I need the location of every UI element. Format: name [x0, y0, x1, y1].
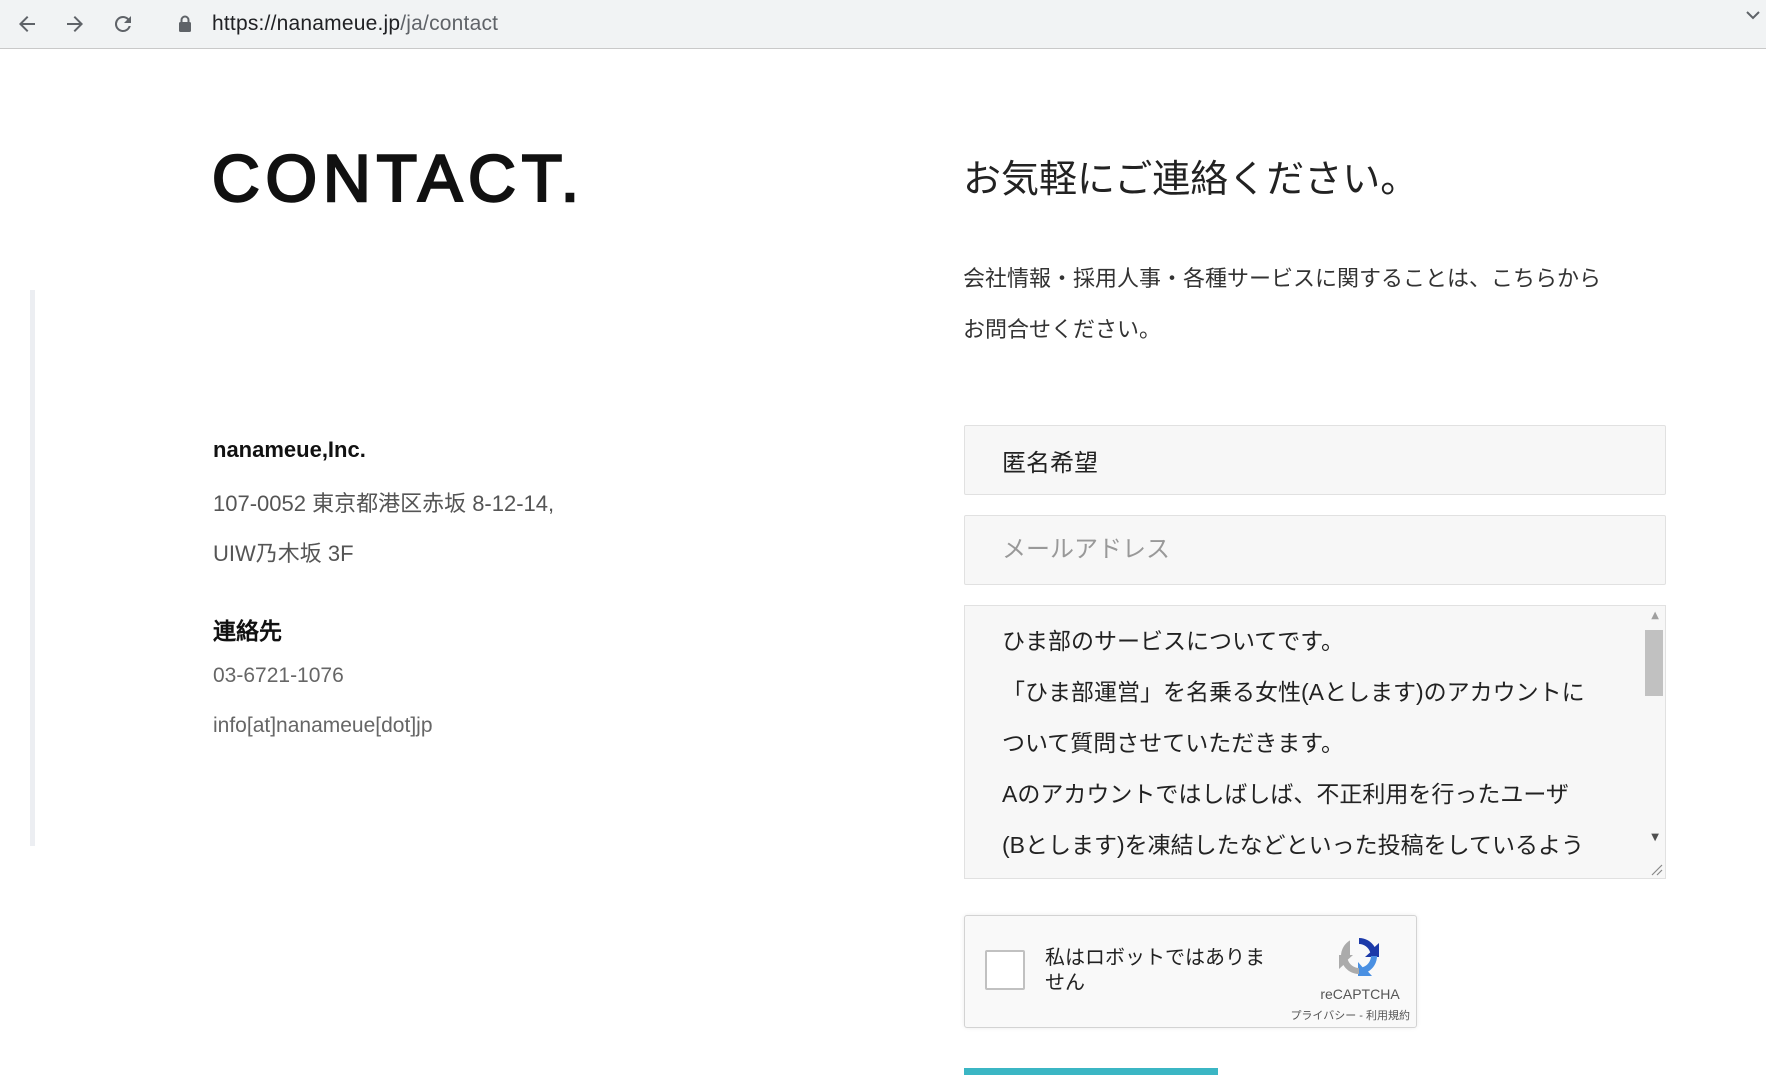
address-line-1: 107-0052 東京都港区赤坂 8-12-14,: [213, 491, 555, 516]
textarea-scrollbar[interactable]: ▲ ▼: [1643, 606, 1665, 878]
description-line: 会社情報・採用人事・各種サービスに関することは、こちらから: [963, 266, 1602, 291]
recaptcha-links[interactable]: プライバシー - 利用規約: [1265, 1007, 1410, 1023]
page-heading: お気軽にご連絡ください。: [963, 159, 1419, 201]
message-line: (Bとします)を凍結したなどといった投稿をしているよう: [1002, 832, 1584, 858]
address-bar[interactable]: https://nanameue.jp/ja/contact: [160, 4, 1766, 44]
message-line: 「ひま部運営」を名乗る女性(Aとします)のアカウントに: [1002, 679, 1585, 705]
reload-icon[interactable]: [107, 8, 139, 40]
email-address: info[at]nanameue[dot]jp: [213, 714, 433, 737]
message-text: ひま部のサービスについてです。 「ひま部運営」を名乗る女性(Aとします)のアカウ…: [1002, 616, 1612, 871]
url-path: /ja/contact: [400, 12, 499, 35]
message-line: ついて質問させていただきます。: [1002, 730, 1345, 756]
divider: [30, 290, 35, 846]
back-arrow-icon[interactable]: [11, 8, 43, 40]
address-line-2: UIW乃木坂 3F: [213, 541, 354, 566]
url-text: https://nanameue.jp/ja/contact: [212, 12, 498, 36]
message-textarea[interactable]: ひま部のサービスについてです。 「ひま部運営」を名乗る女性(Aとします)のアカウ…: [964, 605, 1666, 879]
recaptcha-checkbox[interactable]: [985, 950, 1025, 990]
contact-heading: 連絡先: [213, 618, 282, 644]
lock-icon: [174, 13, 196, 35]
name-field[interactable]: [964, 425, 1666, 495]
chevron-down-icon[interactable]: [1746, 8, 1760, 24]
recaptcha-logo-icon: [1333, 930, 1385, 982]
description-line: お問合せください。: [963, 317, 1162, 342]
resize-handle-icon[interactable]: [1647, 860, 1663, 876]
message-line: Aのアカウントではしばしば、不正利用を行ったユーザ: [1002, 781, 1569, 807]
message-line: ひま部のサービスについてです。: [1002, 628, 1345, 654]
page-logo: CONTACT.: [211, 140, 586, 217]
scroll-down-arrow-icon[interactable]: ▼: [1651, 832, 1659, 843]
submit-button[interactable]: [964, 1068, 1218, 1075]
recaptcha-label: 私はロボットではありません: [1045, 947, 1265, 994]
email-field[interactable]: [964, 515, 1666, 585]
forward-arrow-icon[interactable]: [59, 8, 91, 40]
recaptcha-brand: reCAPTCHA: [1320, 986, 1400, 1002]
scroll-up-arrow-icon[interactable]: ▲: [1651, 610, 1659, 621]
url-host: https://nanameue.jp: [212, 12, 401, 35]
phone-number: 03-6721-1076: [213, 664, 344, 687]
browser-toolbar: https://nanameue.jp/ja/contact: [0, 0, 1766, 49]
page-description: 会社情報・採用人事・各種サービスに関することは、こちらから お問合せください。: [963, 253, 1663, 355]
company-name: nanameue,Inc.: [213, 437, 366, 462]
recaptcha-widget: 私はロボットではありません reCAPTCHA プライバシー - 利用規約: [964, 915, 1417, 1028]
scrollbar-thumb[interactable]: [1645, 630, 1663, 696]
